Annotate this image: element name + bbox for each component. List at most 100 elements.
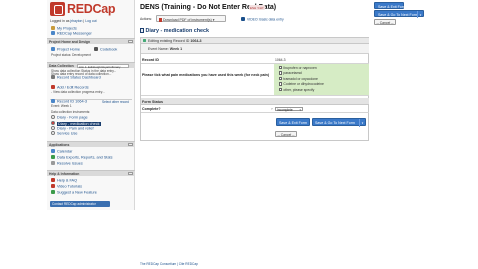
- collection-note-3: - View data collection progress entry...: [51, 90, 105, 94]
- checkbox[interactable]: [279, 65, 283, 69]
- collapse-toggle[interactable]: [128, 172, 133, 175]
- chat-icon: [51, 31, 55, 35]
- complete-select[interactable]: Incomplete ▾: [275, 106, 303, 112]
- data-entry-form: Editing existing Record ID 1064-3 Event …: [140, 37, 369, 141]
- video-icon: [51, 184, 55, 188]
- user-line: Logged in as jrhayton | Log out: [50, 19, 97, 23]
- record-icon: [51, 99, 55, 103]
- record-id-value: 1064-3: [275, 57, 286, 62]
- event-label: Event: Week 1: [51, 104, 72, 108]
- select-other-record-link[interactable]: Select other record: [102, 100, 129, 104]
- my-projects-link[interactable]: My Projects: [51, 26, 77, 31]
- redcap-logo[interactable]: REDCap: [50, 2, 116, 17]
- video-tutorials-link[interactable]: Video Tutorials: [51, 184, 82, 189]
- form-status-dot: [51, 131, 55, 135]
- option-paracetamol[interactable]: paracetamol: [279, 71, 302, 75]
- save-next-button[interactable]: Save & Go To Next Form ▾: [312, 118, 366, 127]
- project-home-link[interactable]: Project Home: [51, 47, 80, 52]
- help-icon[interactable]: ?: [271, 107, 273, 111]
- record-id-label: Record ID: [142, 57, 159, 62]
- floating-save-exit-button[interactable]: Save & Exit Form: [374, 2, 406, 9]
- logout-link[interactable]: Log out: [85, 19, 96, 23]
- project-status: Project status: Development: [51, 53, 91, 57]
- form-link-medication-check[interactable]: Diary - medication check: [51, 121, 101, 126]
- checkbox[interactable]: [279, 76, 283, 80]
- pain-medication-question: Please tick what pain medications you ha…: [142, 73, 270, 77]
- left-sidebar: REDCap Logged in as jrhayton | Log out M…: [47, 0, 135, 210]
- calendar-icon: [51, 149, 55, 153]
- event-row: Event Name: Week 1: [141, 44, 369, 54]
- footer-cite-link[interactable]: Cite REDCap: [179, 262, 198, 266]
- cancel-button[interactable]: -- Cancel --: [275, 131, 297, 137]
- download-pdf-button[interactable]: Download PDF of instrument(s) ▾: [156, 15, 226, 22]
- codebook-link[interactable]: Codebook: [94, 47, 117, 52]
- floating-save-next-button[interactable]: Save & Go To Next Form ▾: [374, 10, 424, 18]
- messenger-link[interactable]: REDCap Messenger: [51, 31, 92, 36]
- option-codeine[interactable]: Codeine or dihydrocodeine: [279, 82, 324, 86]
- checkbox[interactable]: [279, 71, 283, 75]
- calendar-link[interactable]: Calendar: [51, 149, 72, 154]
- pain-medication-row: Please tick what pain medications you ha…: [141, 64, 369, 96]
- chevron-down-icon[interactable]: ▾: [359, 119, 365, 127]
- section-data-collection: Data Collection Arm 1: Edinburgh Royal I…: [47, 62, 135, 69]
- form-status-dot: [51, 126, 55, 130]
- form-icon: [140, 28, 144, 33]
- form-link-diary-form-page[interactable]: Diary - Form page: [51, 115, 88, 120]
- section-applications: Applications: [47, 141, 135, 147]
- comments-icon: [51, 161, 55, 165]
- actions-label: Actions:: [140, 17, 153, 21]
- collapse-toggle[interactable]: [128, 143, 133, 146]
- help-icon: [51, 178, 55, 182]
- footer-consortium-link[interactable]: The REDCap Consortium: [140, 262, 176, 266]
- contact-admin-button[interactable]: Contact REDCap administrator: [50, 201, 110, 207]
- home-icon: [51, 47, 55, 51]
- username-link[interactable]: jrhayton: [70, 19, 82, 23]
- export-icon: [51, 155, 55, 159]
- book-icon: [94, 47, 98, 51]
- logo-text: REDCap: [67, 2, 116, 16]
- section-project-home: Project Home and Design: [47, 38, 135, 44]
- arm-select[interactable]: Arm 1: Edinburgh Royal Infirmary: [77, 63, 129, 69]
- complete-row: Complete? ? Incomplete ▾: [141, 105, 369, 113]
- lightbulb-icon: [51, 190, 55, 194]
- checkbox[interactable]: [279, 87, 283, 91]
- title-badge: ESH 'CLK': [249, 5, 265, 10]
- add-edit-records-link[interactable]: Add / Edit Records: [51, 85, 89, 90]
- chevron-down-icon: ▾: [299, 108, 301, 112]
- form-status-header: Form Status: [141, 98, 369, 105]
- pencil-icon: [143, 39, 146, 43]
- form-status-dot: [51, 121, 55, 125]
- dashboard-icon: [51, 75, 55, 79]
- resolve-issues-link[interactable]: Resolve Issues: [51, 161, 83, 166]
- save-exit-button[interactable]: Save & Exit Form: [276, 118, 310, 126]
- complete-label: Complete?: [142, 106, 161, 111]
- footer: The REDCap Consortium | Cite REDCap: [140, 262, 198, 266]
- current-record-link[interactable]: Record ID 1064-3: [51, 99, 87, 104]
- data-exports-link[interactable]: Data Exports, Reports, and Stats: [51, 155, 113, 160]
- edit-icon: [51, 85, 55, 89]
- option-tramadol[interactable]: tramadol or oxycodone: [279, 77, 318, 81]
- record-status-dashboard-link[interactable]: Record Status Dashboard: [51, 75, 101, 80]
- instruments-label: Data collection instruments:: [51, 110, 91, 114]
- redcap-logo-icon: [50, 2, 65, 16]
- option-other[interactable]: other, please specify: [279, 88, 314, 92]
- floating-cancel-button[interactable]: -- Cancel --: [374, 19, 396, 25]
- help-faq-link[interactable]: Help & FAQ: [51, 178, 77, 183]
- record-id-row: Record ID 1064-3: [141, 56, 369, 64]
- form-title: Diary - medication check: [140, 28, 209, 34]
- checkbox[interactable]: [279, 82, 283, 86]
- pdf-icon: [159, 17, 162, 22]
- video-icon: [241, 17, 245, 21]
- save-button-row: Save & Exit Form Save & Go To Next Form ▾: [141, 113, 369, 131]
- suggest-feature-link[interactable]: Suggest a New Feature: [51, 190, 97, 195]
- video-basic-data-entry-link[interactable]: VIDEO: Basic data entry: [241, 17, 284, 22]
- option-ibuprofen[interactable]: Ibuprofen or naproxen: [279, 66, 317, 70]
- form-status-dot: [51, 115, 55, 119]
- folder-icon: [51, 26, 55, 30]
- logged-in-prefix: Logged in as: [50, 19, 70, 23]
- section-help: Help & Information: [47, 170, 135, 176]
- form-link-pain-relief[interactable]: Diary - Pain and relief: [51, 126, 94, 131]
- collapse-toggle[interactable]: [128, 40, 133, 43]
- chevron-down-icon[interactable]: ▾: [417, 11, 423, 18]
- form-link-service-use[interactable]: Service Use: [51, 131, 77, 136]
